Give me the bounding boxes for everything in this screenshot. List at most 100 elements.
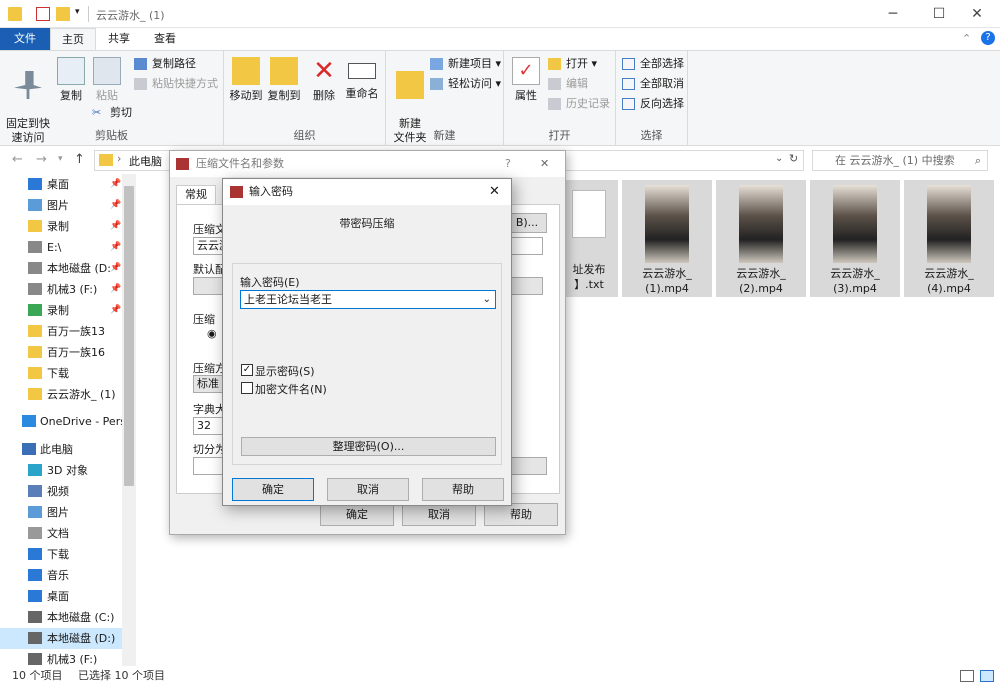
sidebar-item[interactable]: OneDrive - Perso: [0, 411, 122, 432]
format-radio-icon[interactable]: ◉: [207, 327, 217, 340]
large-icons-view-icon[interactable]: [980, 670, 994, 682]
file-item[interactable]: 云云游水_ (2).mp4: [716, 180, 806, 297]
encrypt-filenames-checkbox[interactable]: [241, 382, 253, 394]
sidebar-item[interactable]: 录制 📌: [0, 300, 122, 321]
set-password-button[interactable]: [507, 457, 547, 475]
details-view-icon[interactable]: [960, 670, 974, 682]
sidebar-item[interactable]: 本地磁盘 (C:): [0, 607, 122, 628]
invert-selection-icon: [622, 98, 635, 110]
rename-button[interactable]: 重命名: [342, 55, 382, 101]
copy-path-button[interactable]: 复制路径: [134, 55, 196, 73]
sidebar-item[interactable]: 录制 📌: [0, 216, 122, 237]
sidebar-item-label: 桌面: [47, 590, 69, 603]
browse-button[interactable]: B)...: [507, 213, 547, 233]
sidebar-item[interactable]: 视频: [0, 481, 122, 502]
password-input[interactable]: 上老王论坛当老王 ⌄: [240, 290, 496, 309]
properties-button[interactable]: ✓ 属性: [508, 55, 544, 103]
pin-icon: 📌: [110, 284, 122, 294]
title-bar: ▾ 云云游水_ (1) ─ ☐ ✕: [0, 0, 1000, 28]
sidebar-item[interactable]: 桌面: [0, 586, 122, 607]
tab-general[interactable]: 常规: [176, 185, 216, 205]
back-arrow-icon[interactable]: ←: [12, 152, 23, 167]
tab-home[interactable]: 主页: [50, 28, 96, 50]
breadcrumb-this-pc[interactable]: 此电脑: [129, 153, 162, 169]
password-dialog-close-button[interactable]: ✕: [489, 179, 500, 205]
select-none-button[interactable]: 全部取消: [622, 75, 684, 93]
password-cancel-button[interactable]: 取消: [327, 478, 409, 501]
tab-file[interactable]: 文件: [0, 28, 50, 50]
cut-button[interactable]: ✂ 剪切: [92, 104, 132, 122]
search-input[interactable]: 在 云云游水_ (1) 中搜索 ⌕: [812, 150, 988, 171]
sidebar-item[interactable]: 图片: [0, 502, 122, 523]
sidebar-item[interactable]: 下载: [0, 544, 122, 565]
quick-access-dropdown-icon[interactable]: ▾: [75, 7, 89, 21]
archive-help-button[interactable]: 帮助: [484, 503, 558, 526]
sidebar-item[interactable]: 本地磁盘 (D: 📌: [0, 258, 122, 279]
up-arrow-icon[interactable]: ↑: [74, 152, 85, 167]
pin-icon: [14, 71, 42, 99]
help-icon[interactable]: ?: [981, 31, 995, 45]
sidebar-item[interactable]: 3D 对象: [0, 460, 122, 481]
sidebar-item[interactable]: 本地磁盘 (D:): [0, 628, 122, 649]
pin-icon: 📌: [110, 242, 122, 252]
file-name: 云云游水_ (1).mp4: [642, 267, 692, 295]
sidebar-item[interactable]: 图片 📌: [0, 195, 122, 216]
properties-icon: ✓: [512, 57, 540, 85]
copy-to-button[interactable]: 复制到: [266, 55, 302, 103]
tab-view[interactable]: 查看: [146, 28, 184, 50]
file-item[interactable]: 云云游水_ (3).mp4: [810, 180, 900, 297]
archive-dialog-close-button[interactable]: ✕: [540, 151, 549, 177]
organize-group-label: 组织: [293, 129, 316, 142]
show-password-checkbox[interactable]: ✓: [241, 364, 253, 376]
archive-dialog-help-button[interactable]: ?: [505, 151, 511, 177]
new-folder-quick-icon[interactable]: [56, 7, 70, 21]
forward-arrow-icon[interactable]: →: [36, 152, 47, 167]
sidebar-item[interactable]: 此电脑: [0, 439, 122, 460]
password-ok-button[interactable]: 确定: [232, 478, 314, 501]
new-item-button[interactable]: 新建项目 ▾: [430, 55, 501, 73]
tab-share[interactable]: 共享: [100, 28, 138, 50]
open-icon: [548, 58, 561, 70]
archive-ok-button[interactable]: 确定: [320, 503, 394, 526]
minimize-button[interactable]: ─: [870, 0, 916, 28]
new-item-label: 新建项目: [448, 57, 492, 70]
recent-dropdown-icon[interactable]: ▾: [58, 154, 63, 164]
move-to-button[interactable]: 移动到: [228, 55, 264, 103]
copy-button[interactable]: 复制: [54, 55, 88, 103]
delete-button[interactable]: ✕ 删除: [310, 55, 338, 103]
password-help-button[interactable]: 帮助: [422, 478, 504, 501]
refresh-icon[interactable]: ↻: [789, 152, 798, 165]
select-all-button[interactable]: 全部选择: [622, 55, 684, 73]
copy-to-icon: [270, 57, 298, 85]
sidebar-item[interactable]: E:\ 📌: [0, 237, 122, 258]
easy-access-button[interactable]: 轻松访问 ▾: [430, 75, 501, 93]
paste-shortcut-button[interactable]: 粘贴快捷方式: [134, 75, 218, 93]
open-button[interactable]: 打开 ▾: [548, 55, 597, 73]
sidebar-item[interactable]: 桌面 📌: [0, 174, 122, 195]
sidebar-item[interactable]: 百万一族16: [0, 342, 122, 363]
new-group: 新建 文件夹 新建项目 ▾ 轻松访问 ▾ 新建: [386, 51, 504, 147]
sidebar-item-icon: [28, 283, 42, 295]
file-item[interactable]: 址发布 】.txt: [560, 180, 618, 297]
close-button[interactable]: ✕: [954, 0, 1000, 28]
sidebar-item[interactable]: 下载: [0, 363, 122, 384]
edit-button[interactable]: 编辑: [548, 75, 588, 93]
file-item[interactable]: 云云游水_ (1).mp4: [622, 180, 712, 297]
history-button[interactable]: 历史记录: [548, 95, 610, 113]
sidebar-item[interactable]: 文档: [0, 523, 122, 544]
sidebar-scrollbar-thumb[interactable]: [124, 186, 134, 486]
organize-passwords-button[interactable]: 整理密码(O)...: [241, 437, 496, 456]
invert-selection-button[interactable]: 反向选择: [622, 95, 684, 113]
expand-ribbon-icon[interactable]: ⌃: [962, 32, 971, 45]
sidebar-item[interactable]: 云云游水_ (1): [0, 384, 122, 405]
chevron-down-icon[interactable]: ⌄: [483, 291, 491, 308]
clipboard-group: 固定到快 速访问 复制 粘贴 复制路径 粘贴快捷方式 ✂ 剪切 剪贴板: [0, 51, 224, 147]
properties-quick-icon[interactable]: [36, 7, 50, 21]
paste-button[interactable]: 粘贴: [90, 55, 124, 103]
sidebar-item[interactable]: 机械3 (F:) 📌: [0, 279, 122, 300]
sidebar-item[interactable]: 音乐: [0, 565, 122, 586]
file-item[interactable]: 云云游水_ (4).mp4: [904, 180, 994, 297]
sidebar-item[interactable]: 百万一族13: [0, 321, 122, 342]
archive-cancel-button[interactable]: 取消: [402, 503, 476, 526]
address-dropdown-icon[interactable]: ⌄: [775, 153, 783, 164]
